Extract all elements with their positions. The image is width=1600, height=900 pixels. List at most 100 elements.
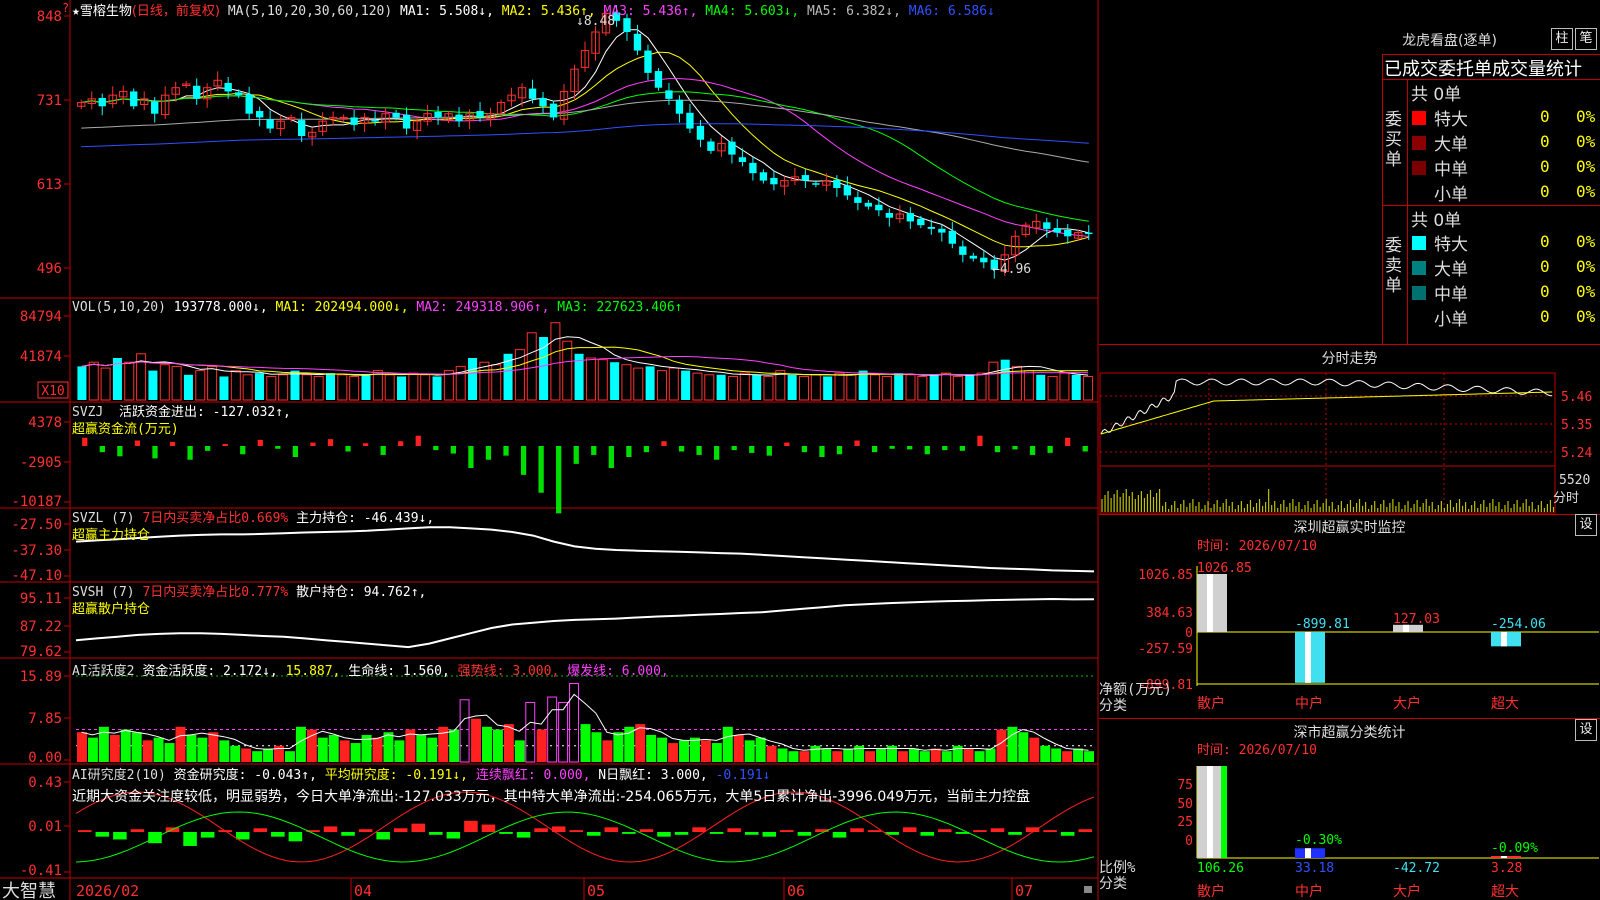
activity-bar — [339, 740, 350, 762]
research-bar — [464, 820, 478, 832]
candle-body — [707, 141, 715, 151]
star-icon[interactable]: ★ — [72, 4, 80, 19]
candle-body — [297, 120, 306, 136]
activity-bar — [427, 737, 438, 762]
intraday-chart[interactable]: 5.46 5.35 5.24 5520 分时 — [1099, 366, 1600, 516]
activity-bar — [908, 748, 919, 762]
flow-bar — [520, 446, 527, 475]
x-tick-2: 05 — [587, 882, 605, 900]
ma4-value: MA4: 5.603↓, — [705, 4, 800, 19]
volume-bar — [432, 376, 442, 400]
research-bar — [446, 832, 461, 839]
row-percent: 0% — [1576, 307, 1596, 326]
sz-monitor-value-label: 127.03 — [1393, 612, 1440, 627]
row-value: 0 — [1540, 232, 1550, 251]
ma-line-2 — [81, 51, 1089, 248]
research-bar — [674, 832, 689, 835]
research-bar — [113, 832, 127, 840]
chart-area[interactable]: 848 731 613 496 84794 41874 4378 -2905 -… — [0, 0, 1100, 900]
color-swatch — [1412, 136, 1426, 150]
volume-bar — [326, 373, 335, 400]
corner-question-icon[interactable]: ? — [62, 1, 69, 15]
flow-bar — [784, 442, 790, 446]
research-bar — [323, 826, 338, 832]
research-bar — [973, 830, 987, 832]
row-label: 大单 — [1434, 135, 1468, 155]
volume-bar — [1071, 374, 1081, 400]
lock-icon[interactable] — [1084, 886, 1092, 893]
research-bar — [1008, 832, 1022, 835]
activity-bar — [657, 737, 668, 762]
candle-body — [812, 183, 820, 185]
volume-bar — [397, 376, 407, 400]
research-bar — [938, 829, 952, 832]
y-tick-svzj-1: -2905 — [20, 455, 62, 471]
stock-name[interactable]: 雪榕生物 — [80, 4, 132, 19]
candle-body — [151, 101, 159, 114]
volume-bar — [148, 370, 158, 400]
flow-bar — [731, 446, 737, 451]
activity-bar — [569, 683, 580, 763]
volume-bar — [597, 359, 608, 401]
candle-body — [906, 213, 915, 222]
flow-bar — [924, 446, 930, 455]
y-tick-ai-0: 15.89 — [20, 669, 62, 685]
flow-bar — [169, 441, 176, 446]
activity-bar — [295, 726, 306, 762]
research-bar — [534, 828, 548, 832]
volume-chart — [77, 322, 1094, 401]
candle-body — [245, 94, 253, 114]
flow-bar — [152, 446, 158, 459]
activity-bar — [514, 740, 525, 762]
y-tick-svzl-0: -27.50 — [11, 517, 62, 533]
volume-bar — [550, 322, 561, 401]
sz-class-chart[interactable]: 时间: 2026/07/10 75 50 25 0 106.26 散户 -0.30% 33.18… — [1099, 740, 1600, 900]
period-label[interactable]: (日线，前复权) — [132, 4, 220, 19]
color-swatch — [1412, 261, 1426, 275]
activity-bar — [1029, 737, 1040, 762]
research-bar — [1043, 830, 1057, 832]
row-percent: 0% — [1576, 232, 1596, 251]
volume-bar — [207, 365, 218, 401]
candle-body — [948, 230, 956, 244]
sz-monitor-category: 超大 — [1491, 696, 1519, 712]
ma1-value: MA1: 5.508↓, — [400, 4, 494, 19]
order-button[interactable]: 笔 — [1575, 28, 1597, 50]
sz-monitor-settings-button[interactable]: 设 — [1575, 514, 1597, 536]
row-label: 小单 — [1434, 185, 1468, 205]
volume-bar — [183, 374, 193, 400]
activity-bar — [897, 751, 908, 762]
research-bar — [920, 832, 935, 836]
flow-bar — [310, 442, 316, 446]
candle-body — [1085, 232, 1093, 235]
activity-bar — [635, 724, 646, 762]
activity-bar — [153, 737, 164, 762]
y-tick-ai-2: 0.00 — [28, 750, 62, 766]
sz-class-settings-button[interactable]: 设 — [1575, 719, 1597, 741]
tick-button[interactable]: 柱 — [1551, 28, 1573, 50]
activity-bar — [941, 751, 952, 762]
research-bar — [832, 832, 847, 838]
volume-bar — [266, 375, 277, 401]
y-tick-svzj-2: -10187 — [11, 494, 62, 510]
y-tick-svsh-1: 87.22 — [20, 619, 62, 635]
intraday-price-label: 5.24 — [1561, 446, 1592, 461]
y-tick-main-1: 731 — [37, 93, 62, 109]
volume-bar — [810, 374, 821, 401]
volume-bar — [965, 374, 975, 400]
volume-bar — [242, 374, 253, 401]
sz-class-y-tick: 75 — [1177, 778, 1193, 793]
sz-class-value: -42.72 — [1393, 861, 1440, 876]
candle-body — [959, 246, 967, 255]
activity-bar — [591, 732, 602, 762]
research-bar — [990, 828, 1005, 832]
flow-bar — [643, 446, 650, 453]
sz-monitor-chart[interactable]: 时间: 2026/07/10 1026.85 384.63 0-257.59 -899.… — [1099, 536, 1600, 716]
candle-body — [885, 212, 894, 218]
activity-bar — [449, 729, 460, 762]
sz-class-time: 时间: 2026/07/10 — [1197, 743, 1317, 758]
activity-bar — [459, 699, 470, 763]
row-label: 大单 — [1434, 260, 1468, 280]
flow-bar — [749, 446, 755, 453]
candle-body — [255, 111, 264, 118]
